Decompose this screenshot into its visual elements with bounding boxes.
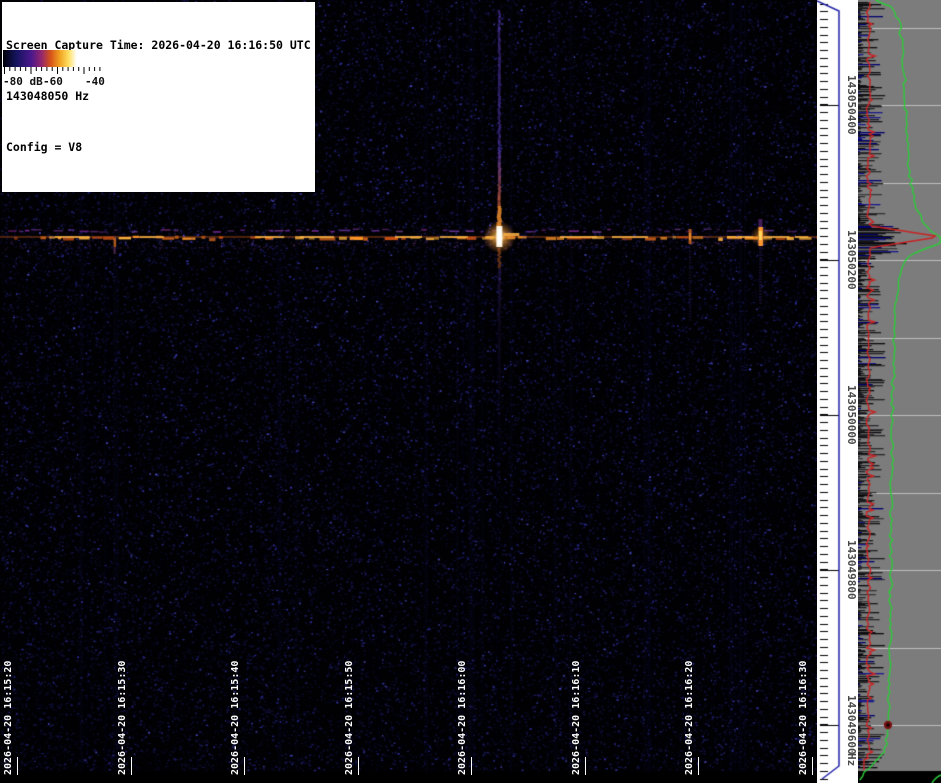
spectrum-graph-panel[interactable] (858, 0, 941, 783)
frequency-axis-unit: Hz (845, 753, 858, 767)
config-text: Config = V8 (6, 140, 83, 154)
time-axis-tick (357, 757, 359, 775)
legend-db-label-max: -40 (85, 75, 105, 88)
frequency-axis-label: 143050200 (845, 230, 858, 290)
time-axis-tick (471, 757, 472, 775)
time-axis-label: 2026-04-20 16:15:30 (116, 660, 128, 775)
color-scale-ticks (4, 67, 101, 74)
frequency-axis-label: 143050400 (845, 75, 858, 135)
time-axis-label: 2026-04-20 16:15:40 (230, 660, 241, 775)
capture-info-box: Screen Capture Time: 2026-04-20 16:16:50… (2, 2, 315, 192)
color-scale-gradient (3, 50, 104, 67)
time-axis-tick (244, 757, 245, 775)
frequency-axis-label: 143049800 (845, 540, 858, 600)
time-axis-tick (584, 757, 586, 775)
time-axis-label: 2026-04-20 16:16:10 (570, 660, 582, 775)
time-axis-tick (698, 757, 699, 775)
frequency-axis-label: 143049600 (845, 695, 858, 755)
time-axis-tick (17, 757, 18, 775)
time-axis-tick (811, 757, 813, 775)
time-axis-label: 2026-04-20 16:16:20 (684, 660, 695, 775)
color-scale-legend: -80 dB -60 -40 (3, 50, 105, 91)
spectrum-lab-screen: Screen Capture Time: 2026-04-20 16:16:50… (0, 0, 941, 783)
frequency-axis-label: 143050000 (845, 385, 858, 445)
legend-db-label-min: -80 dB (3, 75, 43, 88)
legend-db-label-mid: -60 (43, 75, 63, 88)
time-axis-label: 2026-04-20 16:16:30 (797, 660, 809, 775)
time-axis-tick (130, 757, 132, 775)
time-axis-label: 2026-04-20 16:15:20 (3, 660, 14, 775)
time-axis-label: 2026-04-20 16:15:50 (343, 660, 355, 775)
time-axis-label: 2026-04-20 16:16:00 (457, 660, 468, 775)
